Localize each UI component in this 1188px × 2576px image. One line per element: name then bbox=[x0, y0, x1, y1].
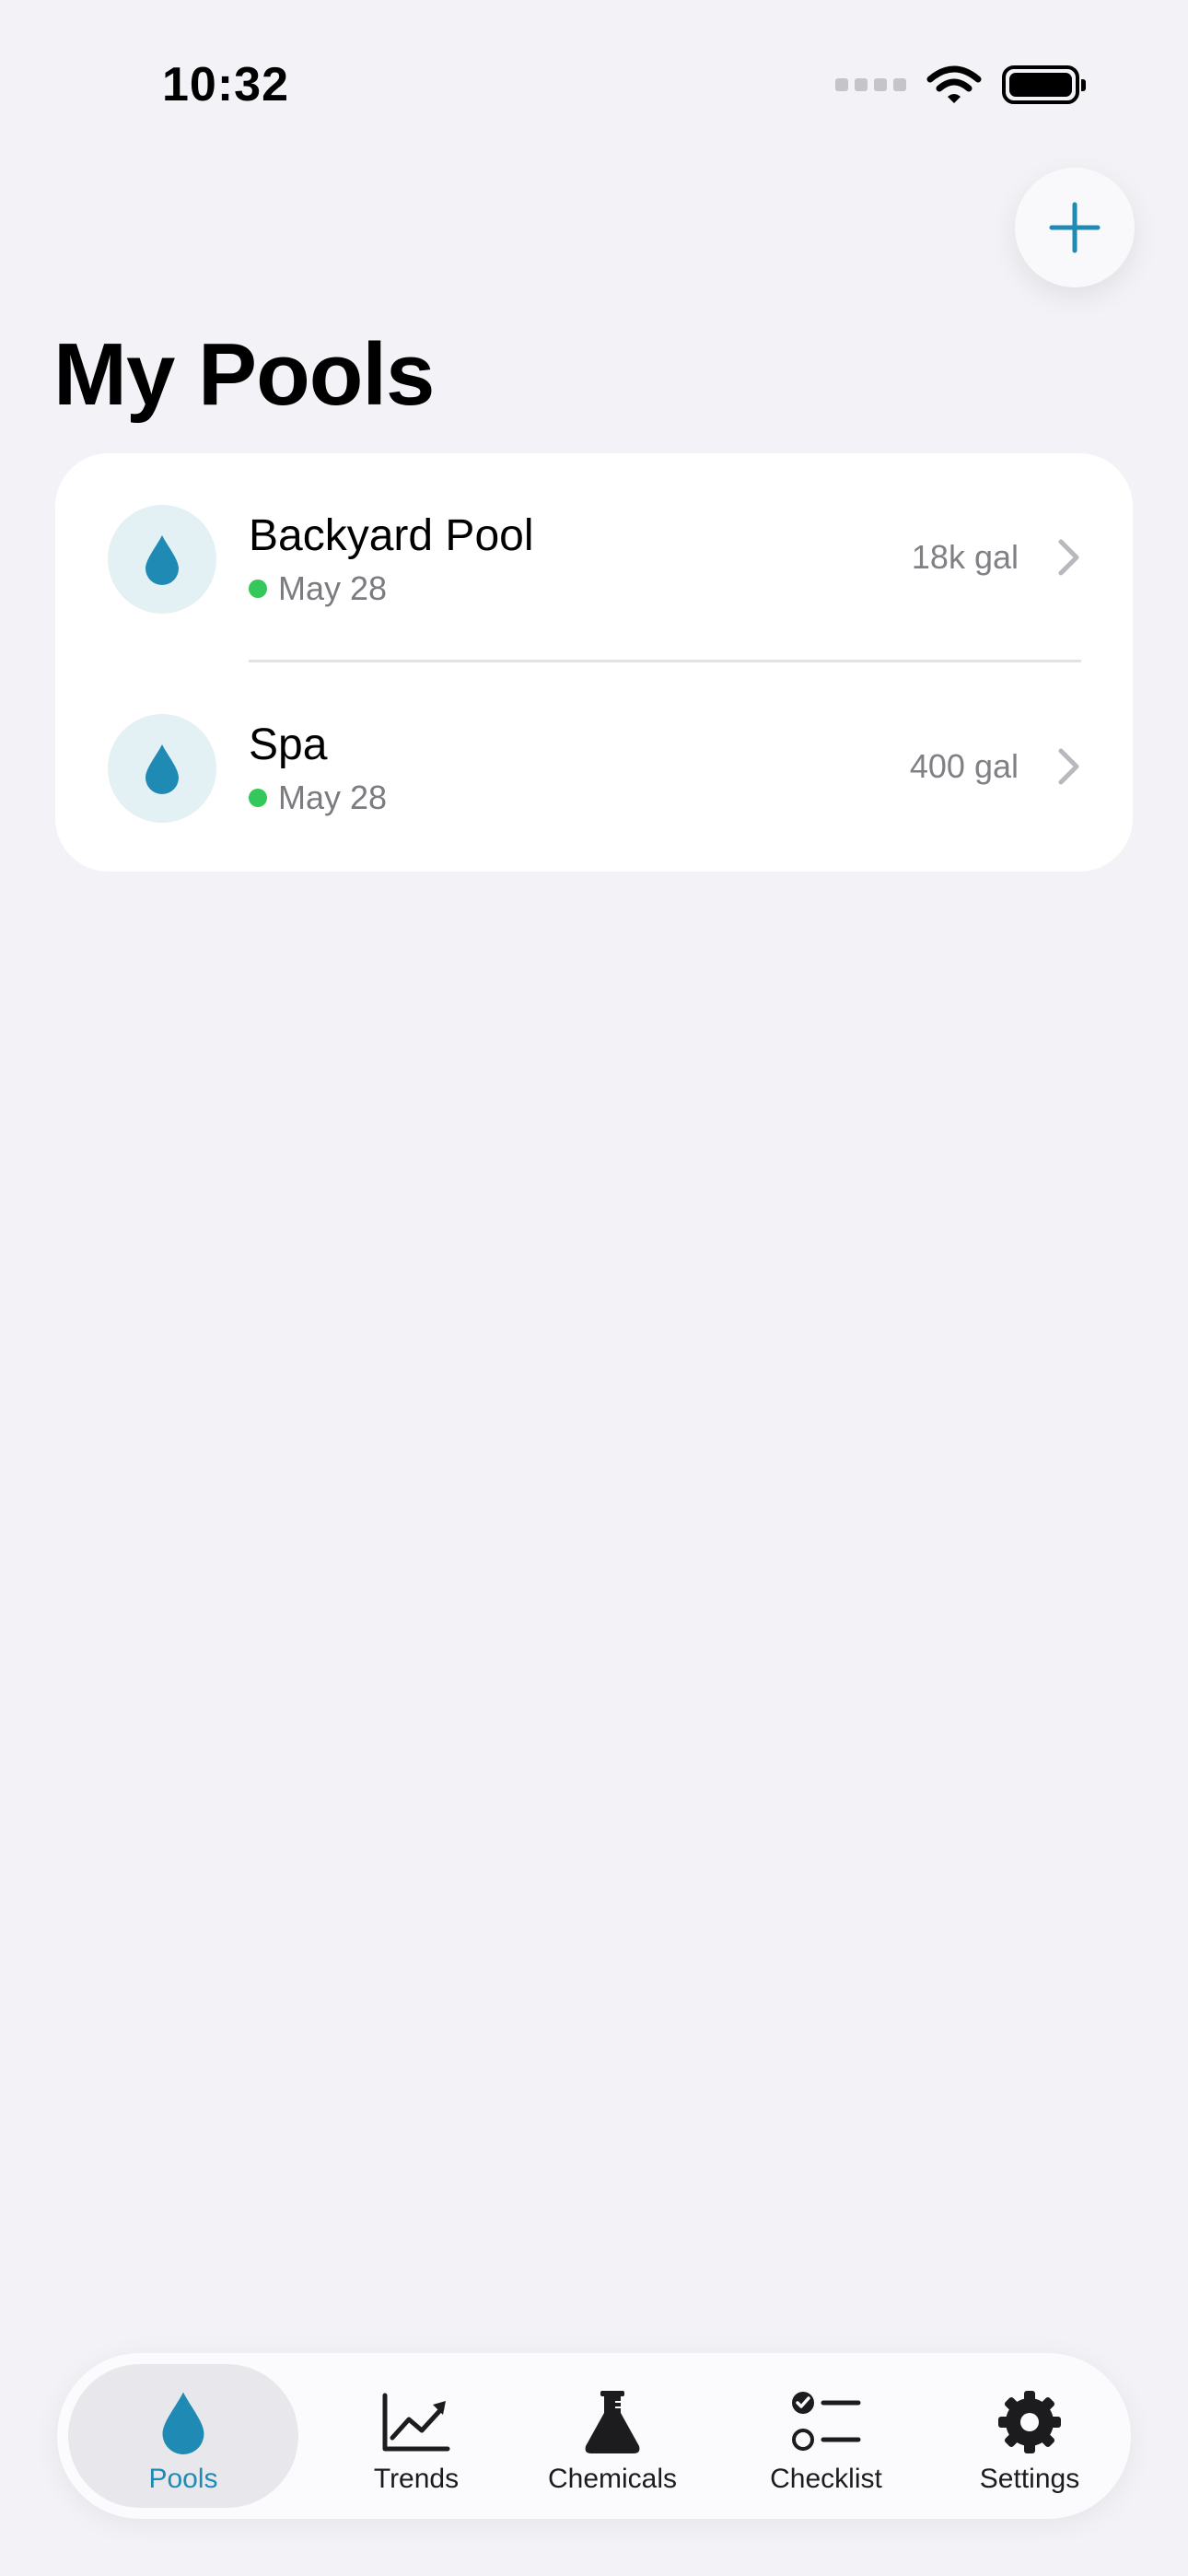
pool-volume: 400 gal bbox=[909, 747, 1019, 785]
water-drop-icon bbox=[146, 535, 179, 585]
tab-chemicals[interactable]: Chemicals bbox=[516, 2364, 709, 2508]
water-drop-icon bbox=[146, 744, 179, 794]
tab-label: Trends bbox=[373, 2464, 460, 2494]
pool-avatar bbox=[108, 714, 216, 823]
pool-last-test-date: May 28 bbox=[278, 569, 388, 607]
pool-row-spa[interactable]: Spa May 28 400 gal bbox=[55, 662, 1133, 872]
tab-settings[interactable]: Settings bbox=[939, 2364, 1120, 2508]
status-dot bbox=[249, 789, 267, 807]
tab-label: Chemicals bbox=[547, 2464, 678, 2494]
plus-icon bbox=[1049, 202, 1101, 253]
battery-icon bbox=[1002, 65, 1086, 104]
pool-volume: 18k gal bbox=[911, 538, 1019, 576]
pool-row-backyard-pool[interactable]: Backyard Pool May 28 18k gal bbox=[55, 453, 1133, 662]
page-title: My Pools bbox=[53, 325, 435, 424]
tab-checklist[interactable]: Checklist bbox=[729, 2364, 923, 2508]
tab-label: Checklist bbox=[770, 2464, 882, 2494]
screen: 10:32 My Pools Backyard Pool May 28 18k … bbox=[0, 0, 1188, 2576]
status-dot bbox=[249, 580, 267, 598]
tab-pools[interactable]: Pools bbox=[68, 2364, 298, 2508]
chevron-right-icon bbox=[1058, 748, 1079, 785]
cellular-signal-icon bbox=[835, 78, 906, 91]
pools-list: Backyard Pool May 28 18k gal Spa May 28 bbox=[55, 453, 1133, 872]
chevron-right-icon bbox=[1058, 539, 1079, 576]
pool-name: Backyard Pool bbox=[249, 511, 534, 560]
water-drop-icon bbox=[162, 2392, 204, 2454]
gear-icon bbox=[998, 2391, 1061, 2453]
pool-last-test-date: May 28 bbox=[278, 779, 388, 816]
pool-status: May 28 bbox=[249, 569, 387, 608]
flask-icon bbox=[585, 2391, 640, 2453]
tab-bar: Pools Trends Chemicals Checklist Setting… bbox=[57, 2353, 1131, 2519]
tab-label: Pools bbox=[148, 2464, 218, 2494]
status-time: 10:32 bbox=[162, 58, 289, 111]
add-pool-button[interactable] bbox=[1015, 168, 1135, 287]
tab-label: Settings bbox=[979, 2464, 1080, 2494]
wifi-icon bbox=[926, 65, 982, 103]
pool-status: May 28 bbox=[249, 779, 387, 817]
checklist-icon bbox=[792, 2392, 861, 2451]
tab-trends[interactable]: Trends bbox=[333, 2364, 499, 2508]
pool-avatar bbox=[108, 505, 216, 614]
status-icons bbox=[835, 64, 1086, 105]
chart-line-icon bbox=[382, 2393, 450, 2452]
pool-name: Spa bbox=[249, 720, 328, 769]
